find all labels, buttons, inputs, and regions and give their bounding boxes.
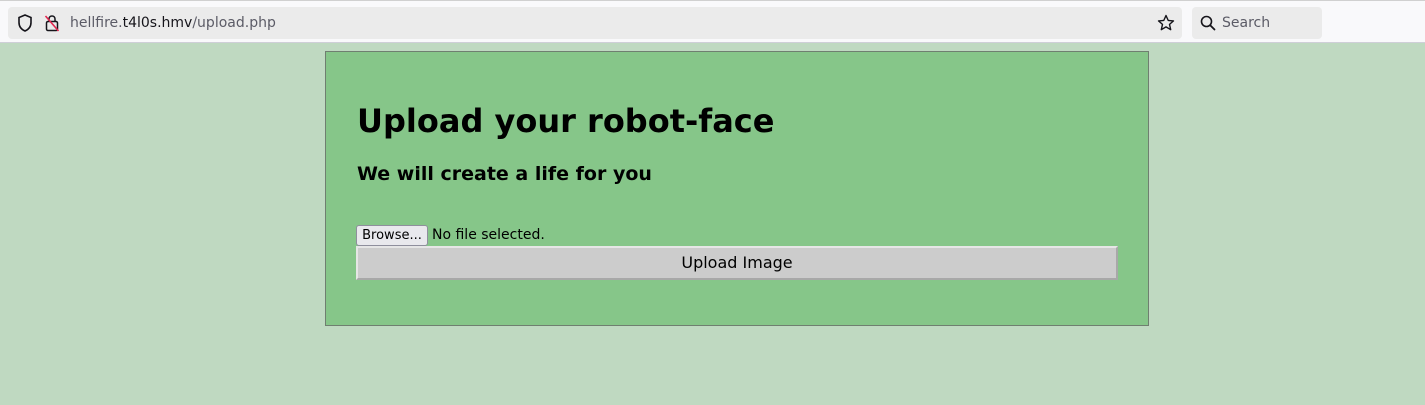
file-status-text: No file selected. (432, 227, 545, 243)
shield-icon[interactable] (17, 14, 33, 32)
url-prefix: hellfire. (70, 15, 123, 31)
upload-image-button[interactable]: Upload Image (356, 246, 1118, 280)
browser-toolbar: hellfire.t4l0s.hmv/upload.php Search (0, 0, 1425, 43)
url-text[interactable]: hellfire.t4l0s.hmv/upload.php (70, 15, 276, 31)
search-box[interactable]: Search (1192, 7, 1322, 39)
star-icon[interactable] (1157, 14, 1175, 32)
browse-button[interactable]: Browse... (356, 225, 428, 246)
search-placeholder: Search (1222, 15, 1271, 31)
url-domain: t4l0s.hmv (122, 15, 193, 31)
insecure-lock-icon[interactable] (44, 14, 60, 32)
search-icon (1200, 15, 1216, 31)
page-heading: Upload your robot-face (357, 102, 775, 140)
address-bar[interactable]: hellfire.t4l0s.hmv/upload.php (8, 7, 1182, 39)
page-subheading: We will create a life for you (357, 163, 652, 185)
url-path: /upload.php (192, 15, 276, 31)
upload-panel: Upload your robot-face We will create a … (325, 51, 1149, 326)
